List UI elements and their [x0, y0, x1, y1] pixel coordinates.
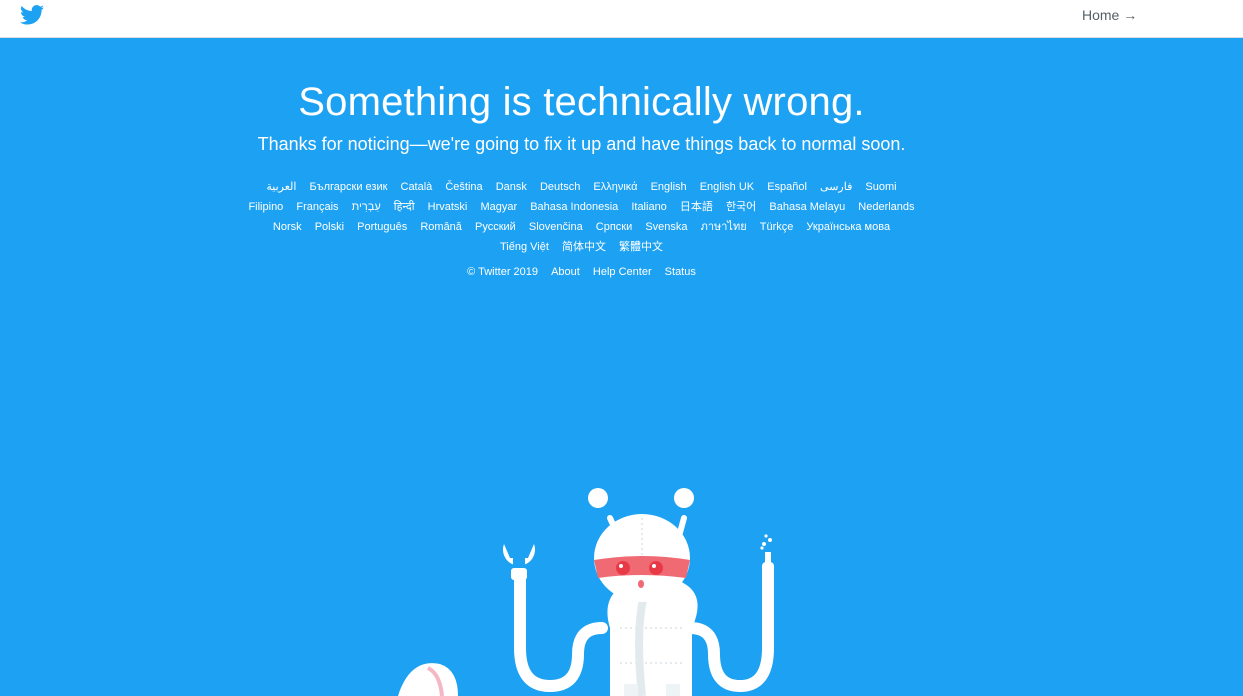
left-arm — [514, 568, 608, 693]
wrench-icon — [503, 544, 535, 580]
language-link[interactable]: Српски — [596, 221, 632, 233]
language-link[interactable]: Deutsch — [540, 181, 580, 193]
page-title: Something is technically wrong. — [298, 80, 865, 124]
mouth — [638, 580, 644, 588]
language-link[interactable]: Ελληνικά — [593, 181, 637, 193]
antenna-left — [588, 488, 608, 508]
language-link[interactable]: Italiano — [631, 201, 666, 213]
language-link[interactable]: Türkçe — [760, 221, 794, 233]
language-link[interactable]: Português — [357, 221, 407, 233]
spark-icon — [760, 534, 774, 578]
language-link[interactable]: עִבְרִית — [352, 201, 381, 213]
language-link[interactable]: Bahasa Indonesia — [530, 201, 618, 213]
debris-shape — [398, 663, 458, 696]
language-link[interactable]: Tiếng Việt — [500, 241, 549, 253]
home-link[interactable]: Home → — [1082, 7, 1137, 23]
language-link[interactable]: Nederlands — [858, 201, 914, 213]
copyright-text: © Twitter 2019 — [467, 266, 539, 278]
language-link[interactable]: English — [651, 181, 687, 193]
language-link[interactable]: Polski — [315, 221, 344, 233]
language-link[interactable]: Magyar — [480, 201, 517, 213]
footer: © Twitter 2019 About Help Center Status — [240, 262, 923, 282]
language-link[interactable]: Русский — [475, 221, 516, 233]
language-link[interactable]: Français — [296, 201, 338, 213]
language-link[interactable]: Hrvatski — [428, 201, 468, 213]
error-page: Something is technically wrong. Thanks f… — [0, 38, 1243, 696]
language-link[interactable]: Română — [420, 221, 462, 233]
language-link[interactable]: Українська мова — [806, 221, 890, 233]
twitter-bird-icon[interactable] — [20, 5, 44, 25]
antenna-right — [674, 488, 694, 508]
about-link[interactable]: About — [551, 266, 580, 278]
language-link[interactable]: 日本語 — [680, 201, 713, 213]
language-list: العربية Български език Català Čeština Da… — [240, 177, 923, 257]
mask-band — [594, 556, 690, 578]
language-link[interactable]: Suomi — [865, 181, 896, 193]
left-eye — [616, 561, 630, 575]
language-link[interactable]: Svenska — [645, 221, 687, 233]
language-link[interactable]: فارسی — [820, 181, 852, 193]
language-link[interactable]: Norsk — [273, 221, 302, 233]
robot-repair-illustration — [398, 488, 774, 696]
top-bar: Home → — [0, 0, 1243, 38]
language-link[interactable]: Català — [401, 181, 433, 193]
language-link[interactable]: Dansk — [496, 181, 527, 193]
language-link[interactable]: 한국어 — [726, 201, 756, 213]
error-message: Thanks for noticing—we're going to fix i… — [257, 134, 906, 154]
language-link[interactable]: Slovenčina — [529, 221, 583, 233]
status-link[interactable]: Status — [665, 266, 696, 278]
language-link[interactable]: العربية — [266, 181, 296, 193]
language-link[interactable]: ภาษาไทย — [701, 221, 747, 233]
help-center-link[interactable]: Help Center — [593, 266, 652, 278]
language-link[interactable]: Bahasa Melayu — [769, 201, 845, 213]
language-link[interactable]: Български език — [310, 181, 388, 193]
language-link[interactable]: 繁體中文 — [619, 241, 663, 253]
language-link[interactable]: 简体中文 — [562, 241, 606, 253]
language-link[interactable]: Filipino — [248, 201, 283, 213]
right-eye — [649, 561, 663, 575]
language-link[interactable]: English UK — [700, 181, 754, 193]
language-link[interactable]: Čeština — [445, 181, 482, 193]
right-arm — [684, 568, 774, 693]
language-link[interactable]: Español — [767, 181, 807, 193]
language-link[interactable]: हिन्दी — [394, 201, 415, 213]
